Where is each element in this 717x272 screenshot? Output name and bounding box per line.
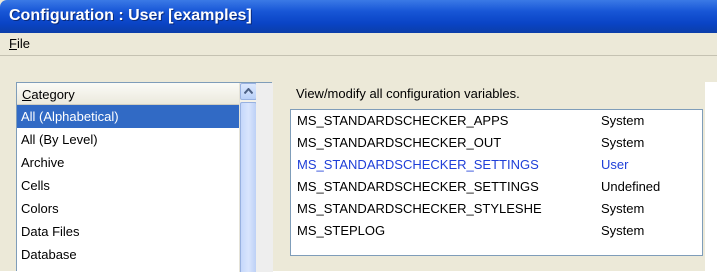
variable-row[interactable]: MS_STANDARDSCHECKER_SETTINGS Undefined bbox=[291, 176, 704, 198]
variable-row[interactable]: MS_STANDARDSCHECKER_OUT System bbox=[291, 132, 704, 154]
variable-name: MS_STANDARDSCHECKER_APPS bbox=[297, 113, 509, 128]
menu-file-label-rest: ile bbox=[16, 36, 30, 51]
variable-name: MS_STANDARDSCHECKER_SETTINGS bbox=[297, 179, 539, 194]
variable-level: System bbox=[601, 113, 645, 128]
configuration-window: Configuration : User [examples] File Cat… bbox=[0, 0, 717, 272]
chevron-up-icon bbox=[244, 88, 253, 94]
category-item-all-alphabetical[interactable]: All (Alphabetical) bbox=[17, 105, 239, 128]
category-item-archive[interactable]: Archive bbox=[17, 151, 239, 174]
category-list[interactable]: Category All (Alphabetical) All (By Leve… bbox=[16, 82, 273, 272]
category-header-label: Category bbox=[22, 87, 75, 102]
variable-level: Undefined bbox=[601, 179, 661, 194]
category-item-database[interactable]: Database bbox=[17, 243, 239, 266]
variable-row[interactable]: MS_STANDARDSCHECKER_SETTINGS User bbox=[291, 154, 704, 176]
variable-name: MS_STEPLOG bbox=[297, 223, 386, 238]
panel-description: View/modify all configuration variables. bbox=[296, 86, 520, 101]
variable-level: System bbox=[601, 135, 645, 150]
variables-list[interactable]: MS_STANDARDSCHECKER_APPS System MS_STAND… bbox=[290, 109, 703, 256]
variable-level: User bbox=[601, 157, 629, 172]
menu-file-mnemonic: F bbox=[9, 36, 17, 51]
splitter[interactable] bbox=[256, 83, 273, 272]
category-scrollbar[interactable] bbox=[239, 83, 257, 272]
variable-level: System bbox=[601, 223, 645, 238]
variable-row[interactable]: MS_STANDARDSCHECKER_APPS System bbox=[291, 110, 704, 132]
menu-bar: File bbox=[0, 33, 717, 56]
menu-file[interactable]: File bbox=[9, 36, 30, 51]
category-item-data-files[interactable]: Data Files bbox=[17, 220, 239, 243]
category-item-cells[interactable]: Cells bbox=[17, 174, 239, 197]
category-item-colors[interactable]: Colors bbox=[17, 197, 239, 220]
scroll-up-button[interactable] bbox=[240, 83, 257, 100]
variable-name: MS_STANDARDSCHECKER_SETTINGS bbox=[297, 157, 539, 172]
variable-name: MS_STANDARDSCHECKER_OUT bbox=[297, 135, 502, 150]
variable-name: MS_STANDARDSCHECKER_STYLESHE bbox=[297, 201, 542, 216]
variable-row[interactable]: MS_STANDARDSCHECKER_STYLESHE System bbox=[291, 198, 704, 220]
category-items: All (Alphabetical) All (By Level) Archiv… bbox=[17, 105, 239, 266]
window-title: Configuration : User [examples] bbox=[9, 7, 252, 24]
title-bar[interactable]: Configuration : User [examples] bbox=[0, 0, 717, 33]
category-item-all-by-level[interactable]: All (By Level) bbox=[17, 128, 239, 151]
window-edge bbox=[705, 82, 717, 271]
scroll-thumb[interactable] bbox=[240, 102, 257, 272]
category-header[interactable]: Category bbox=[17, 83, 239, 105]
variable-row[interactable]: MS_STEPLOG System bbox=[291, 220, 704, 242]
variable-level: System bbox=[601, 201, 645, 216]
